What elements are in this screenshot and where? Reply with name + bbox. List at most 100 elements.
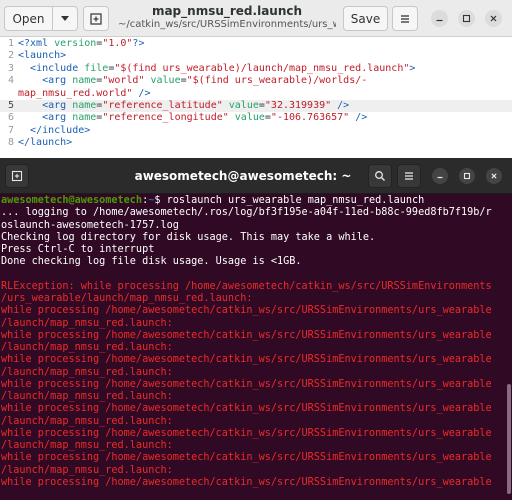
terminal-output-line: oslaunch-awesometech-1757.log [1, 219, 179, 231]
hamburger-menu-icon [401, 14, 409, 23]
code-token: <?xml [18, 38, 55, 49]
code-token: <arg [42, 75, 73, 87]
line-number: 5 [7, 100, 14, 111]
code-editor-area[interactable]: 1 <?xml version="1.0"?> 2 <launch> 3 <includ… [0, 37, 512, 158]
code-token: <arg [42, 112, 73, 124]
terminal-scrollbar[interactable] [506, 194, 512, 500]
save-button-label: Save [350, 11, 381, 26]
terminal-error-line: /launch/map_nmsu_red.launch: [1, 366, 173, 378]
code-line: 1 <?xml version="1.0"?> [0, 38, 512, 50]
minimize-icon [436, 19, 443, 22]
code-token: "$(find urs_wearable)/launch/map_nmsu_re… [114, 62, 410, 74]
line-number: 1 [7, 38, 14, 49]
search-icon [375, 171, 385, 181]
code-token: "reference_latitude" [102, 100, 229, 111]
open-button[interactable]: Open [4, 6, 53, 31]
code-text: <launch> [18, 50, 66, 62]
code-line: 3 <include file="$(find urs_wearable)/la… [0, 63, 512, 75]
code-token: /> [138, 87, 151, 99]
editor-window-title: map_nmsu_red.launch [151, 4, 303, 18]
close-icon [491, 173, 497, 179]
terminal-error-line: while processing /home/awesometech/catki… [1, 329, 492, 341]
code-text: <include file="$(find urs_wearable)/laun… [18, 63, 415, 75]
code-text: <?xml version="1.0"?> [18, 38, 144, 50]
code-token: value [234, 112, 265, 124]
editor-minimize-button[interactable] [431, 10, 448, 27]
hamburger-menu-icon [405, 172, 413, 180]
editor-close-button[interactable] [485, 10, 502, 27]
save-button[interactable]: Save [343, 6, 388, 31]
prompt-symbol: $ [154, 195, 167, 206]
code-token: /> [337, 100, 350, 111]
code-token: name [72, 112, 97, 124]
terminal-minimize-button[interactable] [432, 168, 448, 184]
code-token: "world" [102, 75, 151, 87]
code-token: file [84, 62, 109, 74]
terminal-close-button[interactable] [486, 168, 502, 184]
terminal-new-tab-button[interactable] [5, 164, 29, 188]
terminal-error-line: while processing /home/awesometech/catki… [1, 378, 492, 390]
code-token: > [409, 62, 416, 74]
editor-menu-button[interactable] [392, 6, 418, 31]
code-token: value [228, 100, 259, 111]
code-line: 2 <launch> [0, 50, 512, 62]
editor-maximize-button[interactable] [458, 10, 475, 27]
maximize-icon [463, 172, 471, 180]
terminal-scrollbar-thumb[interactable] [507, 384, 511, 494]
terminal-headerbar: awesometech@awesometech: ~ [0, 158, 512, 194]
terminal-error-line: while processing /home/awesometech/catki… [1, 403, 492, 415]
code-line: 6 <arg name="reference_longitude" value=… [0, 112, 512, 124]
line-number: 4 [7, 75, 14, 87]
terminal-menu-button[interactable] [397, 164, 421, 188]
code-line: map_nmsu_red.world" /> [0, 88, 512, 100]
code-text: <arg name="reference_longitude" value="-… [18, 112, 367, 124]
code-token: version [54, 38, 97, 49]
terminal-output[interactable]: awesometech@awesometech:~$ roslaunch urs… [0, 194, 506, 500]
open-recent-dropdown-button[interactable] [52, 6, 78, 31]
terminal-error-line: /launch/map_nmsu_red.launch: [1, 415, 173, 427]
code-token: "-106.763657" [270, 112, 356, 124]
editor-headerbar: Open map_nmsu_red.launch ~/catkin_ws/src… [0, 0, 512, 37]
code-token: <launch> [18, 50, 67, 62]
line-number: 6 [7, 112, 14, 124]
code-token: value [150, 75, 181, 87]
code-token: "1.0" [102, 38, 133, 49]
line-number: 2 [7, 50, 14, 62]
code-token: </launch> [18, 137, 73, 149]
terminal-prompt-line: awesometech@awesometech:~$ roslaunch urs… [1, 195, 424, 207]
code-token: <include [30, 62, 85, 74]
line-number: 8 [7, 137, 14, 149]
code-text: map_nmsu_red.world" /> [18, 88, 150, 100]
code-text: </include> [18, 125, 90, 137]
terminal-search-button[interactable] [368, 164, 392, 188]
code-line: 5 <arg name="reference_latitude" value="… [0, 100, 512, 112]
terminal-error-line: /urs_wearable/launch/map_nmsu_red.launch… [1, 293, 253, 304]
new-document-button[interactable] [83, 6, 109, 31]
close-icon [490, 15, 497, 22]
terminal-error-line: /launch/map_nmsu_red.launch: [1, 342, 173, 353]
code-token: "32.319939" [264, 100, 338, 111]
dropdown-arrow-icon [61, 16, 69, 21]
text-editor-window: Open map_nmsu_red.launch ~/catkin_ws/src… [0, 0, 512, 158]
open-button-label: Open [12, 11, 45, 26]
terminal-error-line: /launch/map_nmsu_red.launch: [1, 317, 173, 329]
prompt-command: roslaunch urs_wearable map_nmsu_red.laun… [166, 195, 425, 206]
minimize-icon [437, 176, 443, 179]
terminal-output-line: Done checking log file disk usage. Usage… [1, 256, 302, 268]
new-tab-icon [90, 12, 102, 25]
terminal-maximize-button[interactable] [459, 168, 475, 184]
code-text: </launch> [18, 137, 72, 149]
code-token: name [72, 75, 97, 87]
terminal-error-line: /launch/map_nmsu_red.launch: [1, 440, 173, 451]
code-text: <arg name="world" value="$(find urs_wear… [18, 75, 367, 87]
code-token: "$(find urs_wearable)/worlds/- [186, 75, 368, 87]
code-text: <arg name="reference_latitude" value="32… [18, 100, 349, 112]
terminal-error-line: /launch/map_nmsu_red.launch: [1, 391, 173, 402]
terminal-output-line: Checking log directory for disk usage. T… [1, 231, 376, 243]
code-line: 4 <arg name="world" value="$(find urs_we… [0, 75, 512, 87]
code-token: "reference_longitude" [102, 112, 235, 124]
